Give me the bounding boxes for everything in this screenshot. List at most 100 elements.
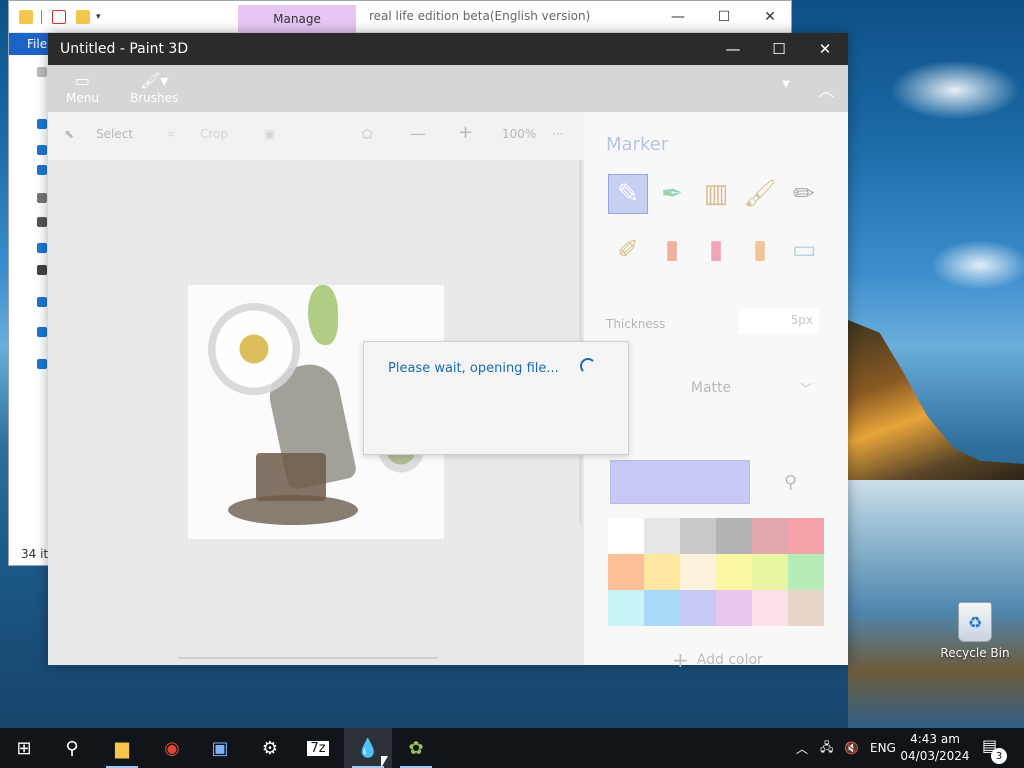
language-indicator[interactable]: ENG — [870, 728, 896, 768]
taskbar-chrome[interactable]: ◉ — [148, 728, 196, 768]
color-swatch[interactable] — [644, 590, 680, 626]
add-color-button[interactable]: + Add color — [672, 648, 763, 672]
network-icon[interactable] — [37, 359, 47, 369]
explorer-minimize-button[interactable]: — — [655, 1, 701, 33]
color-swatch[interactable] — [680, 518, 716, 554]
show-hidden-icons-button[interactable]: ︿ — [796, 728, 808, 768]
file-tab[interactable]: File — [9, 33, 49, 55]
select-arrow-icon[interactable]: ⬉ — [64, 127, 74, 141]
paint3d-close-button[interactable]: ✕ — [802, 33, 848, 65]
color-swatch[interactable] — [680, 590, 716, 626]
spray-can-button[interactable]: ▮ — [740, 230, 780, 270]
paint3d-title-bar[interactable]: Untitled - Paint 3D — ☐ ✕ — [48, 33, 848, 65]
more-tools-chevron-icon[interactable]: ▼ — [782, 79, 790, 90]
finish-dropdown[interactable]: Matte ﹀ — [604, 370, 818, 406]
quick-access-star-icon[interactable] — [37, 119, 47, 129]
new-folder-icon[interactable] — [76, 9, 90, 24]
calligraphy-pen-button[interactable]: ✒ — [652, 174, 692, 214]
color-swatch[interactable] — [788, 518, 824, 554]
separator — [41, 9, 42, 24]
magic-select-icon[interactable]: ▣ — [264, 127, 275, 141]
clock-button[interactable]: 4:43 am 04/03/2024 — [900, 731, 970, 765]
taskbar: ⊞ ⚲ ▆ ◉ ▣ ⚙ 7z 💧 ✿ ︿ 🖧 🔇 ENG 4:43 am 04/… — [0, 728, 1024, 768]
properties-icon[interactable] — [52, 9, 66, 24]
marker-brush-button[interactable]: ✎ — [608, 174, 648, 214]
desktop-icon[interactable] — [37, 145, 47, 155]
color-swatch[interactable] — [644, 518, 680, 554]
collapse-toolbar-icon[interactable]: ︿ — [818, 77, 834, 101]
volume-tray-button[interactable]: 🔇 — [844, 728, 859, 768]
paint3d-minimize-button[interactable]: — — [710, 33, 756, 65]
navigation-pane[interactable] — [9, 55, 49, 565]
volume-muted-icon: 🔇 — [844, 741, 859, 755]
view-3d-icon[interactable]: ⬠ — [362, 127, 372, 141]
color-swatch[interactable] — [608, 554, 644, 590]
documents-icon[interactable] — [37, 193, 47, 203]
eyedropper-icon[interactable]: ⚲ — [784, 472, 797, 493]
taskbar-7zip[interactable]: 7z — [294, 728, 342, 768]
brushes-button[interactable]: 🖌▾ Brushes — [130, 71, 178, 105]
color-swatch[interactable] — [788, 554, 824, 590]
color-swatch[interactable] — [716, 554, 752, 590]
more-options-icon[interactable]: ··· — [552, 127, 563, 141]
color-swatch[interactable] — [752, 518, 788, 554]
explorer-close-button[interactable]: ✕ — [747, 1, 793, 33]
start-button[interactable]: ⊞ — [0, 728, 48, 768]
clock-date: 04/03/2024 — [900, 749, 970, 763]
folder-icon[interactable] — [19, 9, 33, 24]
videos-icon[interactable] — [37, 265, 47, 275]
oil-brush-button[interactable]: ▥ — [696, 174, 736, 214]
pencil-button[interactable]: ✐ — [608, 230, 648, 270]
taskbar-file-explorer[interactable]: ▆ — [98, 728, 146, 768]
back-arrow-icon[interactable] — [37, 67, 47, 77]
watercolor-button[interactable]: 🖌 — [740, 174, 780, 214]
color-swatch[interactable] — [608, 590, 644, 626]
eraser-button[interactable]: ▮ — [652, 230, 692, 270]
quick-access-dropdown-icon[interactable]: ▾ — [96, 12, 101, 22]
color-swatch[interactable] — [716, 518, 752, 554]
crop-button[interactable]: Crop — [200, 127, 228, 141]
color-swatch[interactable] — [644, 554, 680, 590]
search-icon: ⚲ — [65, 737, 79, 759]
explorer-maximize-button[interactable]: ☐ — [701, 1, 747, 33]
color-swatch[interactable] — [716, 590, 752, 626]
select-button[interactable]: Select — [96, 127, 133, 141]
search-button[interactable]: ⚲ — [48, 728, 96, 768]
color-swatch[interactable] — [752, 590, 788, 626]
thickness-input[interactable]: 5px — [739, 308, 819, 334]
game-icon: ✿ — [408, 737, 424, 759]
color-swatch[interactable] — [608, 518, 644, 554]
menu-button[interactable]: ▭ Menu — [66, 71, 99, 105]
spray-can-icon: ▮ — [752, 235, 768, 265]
pixel-pen-button[interactable]: ✏ — [784, 174, 824, 214]
zoom-in-icon[interactable]: + — [458, 122, 473, 143]
color-swatch[interactable] — [752, 554, 788, 590]
paint3d-toolbar: ▭ Menu 🖌▾ Brushes ▼ ︿ — [48, 65, 848, 112]
desktop-beach — [848, 470, 1024, 728]
oil-brush-icon: ▥ — [703, 179, 729, 209]
taskbar-app-window[interactable]: ▣ — [196, 728, 244, 768]
taskbar-settings[interactable]: ⚙ — [246, 728, 294, 768]
paint3d-window[interactable]: Untitled - Paint 3D — ☐ ✕ ▭ Menu 🖌▾ Brus… — [48, 33, 848, 672]
explorer-title-bar[interactable]: ▾ Manage real life edition beta(English … — [9, 1, 791, 33]
this-pc-icon[interactable] — [37, 327, 47, 337]
network-tray-button[interactable]: 🖧 — [820, 728, 833, 768]
paint3d-maximize-button[interactable]: ☐ — [756, 33, 802, 65]
taskbar-game[interactable]: ✿ — [392, 728, 440, 768]
music-icon[interactable] — [37, 243, 47, 253]
color-swatch[interactable] — [788, 590, 824, 626]
crop-icon[interactable]: ⌗ — [168, 127, 175, 142]
opening-file-message: Please wait, opening file... — [388, 361, 559, 376]
zoom-out-icon[interactable]: — — [410, 124, 426, 143]
zoom-level[interactable]: 100% — [502, 127, 536, 141]
color-swatch[interactable] — [680, 554, 716, 590]
current-color-swatch[interactable] — [610, 460, 750, 504]
manage-tab[interactable]: Manage — [238, 5, 356, 33]
onedrive-icon[interactable] — [37, 297, 47, 307]
horizontal-scrollbar[interactable] — [178, 657, 438, 659]
downloads-icon[interactable] — [37, 165, 47, 175]
crayon-button[interactable]: ▮ — [696, 230, 736, 270]
fill-bucket-button[interactable]: ▭ — [784, 230, 824, 270]
pictures-icon[interactable] — [37, 217, 47, 227]
recycle-bin-desktop-icon[interactable]: ♻ Recycle Bin — [940, 602, 1010, 660]
